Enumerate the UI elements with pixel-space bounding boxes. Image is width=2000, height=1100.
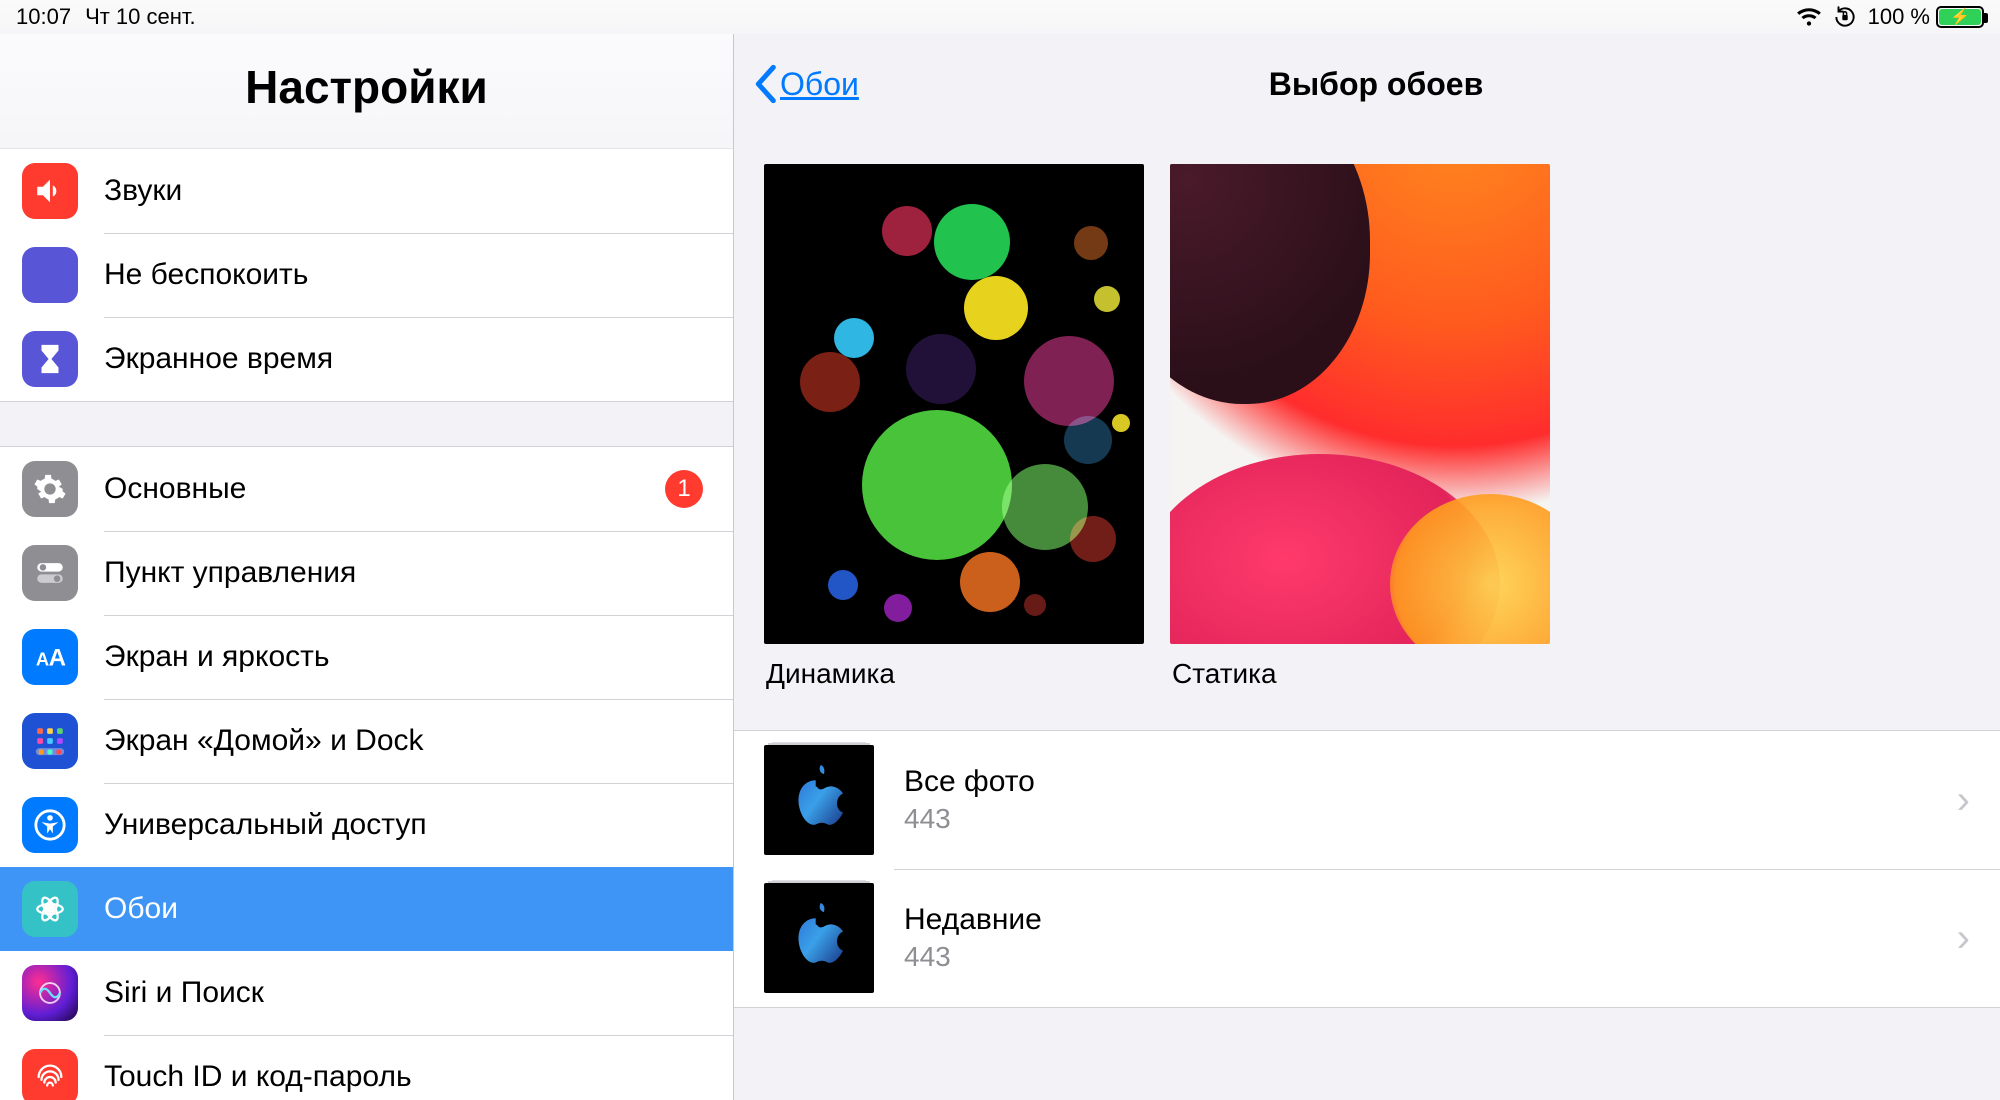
sidebar-item-label: Основные <box>104 472 665 506</box>
apple-event-logo-icon <box>786 762 852 838</box>
section-divider <box>0 401 733 447</box>
sidebar-item-dnd[interactable]: Не беспокоить <box>0 233 733 317</box>
sidebar-item-label: Экранное время <box>104 342 711 376</box>
sounds-icon <box>22 163 78 219</box>
sidebar-item-label: Экран «Домой» и Dock <box>104 724 711 758</box>
sidebar-item-label: Экран и яркость <box>104 640 711 674</box>
status-date: Чт 10 сент. <box>85 4 196 30</box>
chevron-right-icon: › <box>1957 916 1970 961</box>
tile-caption: Статика <box>1170 644 1550 690</box>
sidebar-title: Настройки <box>0 34 733 149</box>
battery-percent: 100 % <box>1868 4 1930 30</box>
tile-caption: Динамика <box>764 644 1144 690</box>
siri-icon <box>22 965 78 1021</box>
apple-event-logo-icon <box>786 900 852 976</box>
sidebar-item-label: Siri и Поиск <box>104 976 711 1010</box>
sidebar-item-screentime[interactable]: Экранное время <box>0 317 733 401</box>
stills-thumbnail <box>1170 164 1550 644</box>
wallpaper-icon <box>22 881 78 937</box>
hourglass-icon <box>22 331 78 387</box>
sidebar-item-sounds[interactable]: Звуки <box>0 149 733 233</box>
svg-text:A: A <box>36 649 49 670</box>
gear-icon <box>22 461 78 517</box>
page-title: Выбор обоев <box>1251 66 1484 103</box>
album-thumbnail <box>764 745 874 855</box>
chevron-left-icon <box>752 64 778 104</box>
sidebar-item-label: Звуки <box>104 174 711 208</box>
dynamic-thumbnail <box>764 164 1144 644</box>
sidebar-item-accessibility[interactable]: Универсальный доступ <box>0 783 733 867</box>
sidebar-item-wallpaper[interactable]: Обои <box>0 867 733 951</box>
accessibility-icon <box>22 797 78 853</box>
album-count: 443 <box>904 803 1957 835</box>
svg-text:A: A <box>49 645 66 672</box>
notification-badge: 1 <box>665 470 703 508</box>
fingerprint-icon <box>22 1049 78 1100</box>
status-time: 10:07 <box>16 4 71 30</box>
sidebar-item-label: Пункт управления <box>104 556 711 590</box>
sidebar-scroll[interactable]: Звуки Не беспокоить Экранное время <box>0 149 733 1100</box>
back-label: Обои <box>780 66 859 103</box>
sidebar-item-label: Обои <box>104 892 711 926</box>
sidebar-item-siri[interactable]: Siri и Поиск <box>0 951 733 1035</box>
sidebar-item-display[interactable]: AA Экран и яркость <box>0 615 733 699</box>
album-count: 443 <box>904 941 1957 973</box>
content-pane: Обои Выбор обоев Динамика <box>734 0 2000 1100</box>
toggles-icon <box>22 545 78 601</box>
sidebar-item-control-center[interactable]: Пункт управления <box>0 531 733 615</box>
album-thumbnail <box>764 883 874 993</box>
album-row-all-photos[interactable]: Все фото 443 › <box>734 731 2000 869</box>
album-row-recents[interactable]: Недавние 443 › <box>734 869 2000 1007</box>
settings-sidebar: Настройки Звуки Не беспокоить <box>0 0 734 1100</box>
battery-indicator: 100 % ⚡ <box>1868 4 1984 30</box>
album-name: Все фото <box>904 765 1957 799</box>
home-grid-icon <box>22 713 78 769</box>
charging-bolt-icon: ⚡ <box>1950 7 1970 27</box>
rotation-lock-icon <box>1832 4 1858 30</box>
back-button[interactable]: Обои <box>752 64 859 104</box>
wallpaper-tile-stills[interactable]: Статика <box>1170 164 1550 690</box>
wifi-icon <box>1796 4 1822 30</box>
moon-icon <box>22 247 78 303</box>
sidebar-item-touchid[interactable]: Touch ID и код-пароль <box>0 1035 733 1100</box>
sidebar-item-label: Touch ID и код-пароль <box>104 1060 711 1094</box>
wallpaper-tile-dynamic[interactable]: Динамика <box>764 164 1144 690</box>
status-bar: 10:07 Чт 10 сент. 100 % ⚡ <box>0 0 2000 34</box>
sidebar-item-label: Не беспокоить <box>104 258 711 292</box>
sidebar-item-general[interactable]: Основные 1 <box>0 447 733 531</box>
content-header: Обои Выбор обоев <box>734 34 2000 134</box>
text-size-icon: AA <box>22 629 78 685</box>
sidebar-item-home-dock[interactable]: Экран «Домой» и Dock <box>0 699 733 783</box>
album-name: Недавние <box>904 903 1957 937</box>
chevron-right-icon: › <box>1957 778 1970 823</box>
sidebar-item-label: Универсальный доступ <box>104 808 711 842</box>
